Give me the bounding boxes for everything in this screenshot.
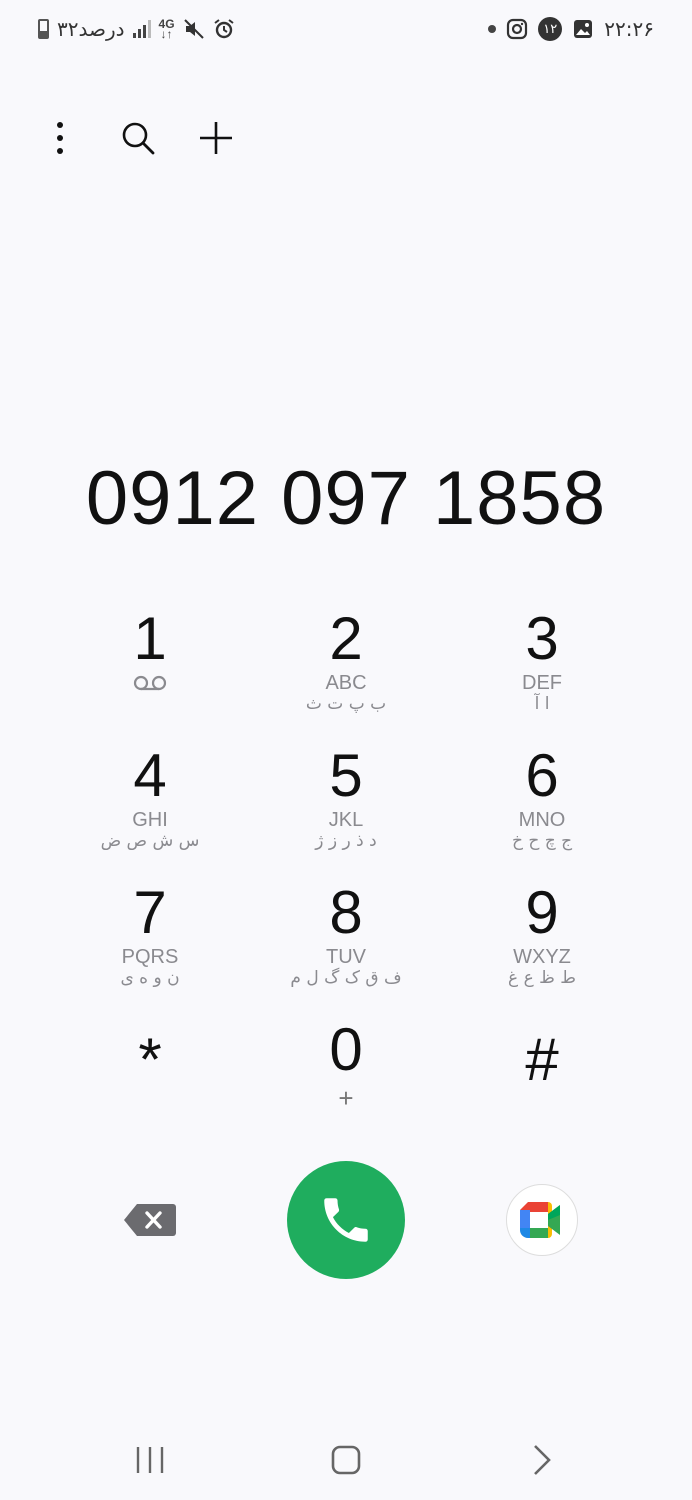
home-button[interactable] bbox=[248, 1425, 444, 1495]
key-digit: 3 bbox=[525, 605, 559, 672]
key-persian-letters: ف ق ک گ ل م bbox=[290, 968, 402, 988]
key-hash[interactable]: # bbox=[444, 1011, 640, 1148]
key-digit: 9 bbox=[525, 879, 559, 946]
key-persian-letters: ط ظ ع غ bbox=[508, 968, 576, 988]
key-7[interactable]: 7 PQRS ن و ه ی bbox=[52, 874, 248, 1011]
key-persian-letters: د ذ ر ز ژ bbox=[315, 831, 377, 851]
backspace-icon bbox=[124, 1204, 176, 1236]
key-letters: MNO bbox=[518, 809, 566, 831]
battery-text: ۳۲درصد bbox=[57, 17, 125, 41]
key-persian-letters: ا آ bbox=[534, 694, 550, 714]
dialer-toolbar bbox=[40, 112, 236, 164]
key-letters: PQRS bbox=[121, 946, 179, 968]
call-button-wrap bbox=[248, 1160, 444, 1280]
key-letters: ABC bbox=[325, 672, 367, 694]
video-call-button[interactable] bbox=[506, 1184, 578, 1256]
more-options-button[interactable] bbox=[40, 112, 80, 164]
call-button[interactable] bbox=[287, 1161, 405, 1279]
key-5[interactable]: 5 JKL د ذ ر ز ژ bbox=[248, 737, 444, 874]
recent-apps-icon bbox=[136, 1447, 164, 1473]
key-letters: JKL bbox=[328, 809, 364, 831]
alarm-icon bbox=[213, 19, 234, 39]
add-contact-icon bbox=[200, 122, 232, 154]
search-icon bbox=[122, 122, 155, 155]
network-type: 4G bbox=[158, 17, 175, 31]
status-bar-left: ۳۲درصد 4G ↓↑ bbox=[38, 12, 235, 46]
more-options-icon bbox=[57, 122, 63, 154]
key-plus: + bbox=[338, 1083, 354, 1113]
key-persian-letters: س ش ص ض bbox=[100, 831, 200, 851]
key-4[interactable]: 4 GHI س ش ص ض bbox=[52, 737, 248, 874]
search-button[interactable] bbox=[118, 112, 158, 164]
status-bar-right: ۱۲ ۲۲:۲۶ bbox=[488, 12, 654, 46]
key-digit: 1 bbox=[133, 605, 167, 672]
dot-icon bbox=[488, 25, 497, 33]
4g-icon: 4G ↓↑ bbox=[158, 17, 175, 41]
key-digit: 4 bbox=[133, 742, 167, 809]
system-nav-bar bbox=[52, 1425, 640, 1495]
voicemail-icon bbox=[133, 675, 167, 691]
google-meet-icon bbox=[520, 1202, 560, 1238]
key-1[interactable]: 1 bbox=[52, 600, 248, 737]
key-9[interactable]: 9 WXYZ ط ظ ع غ bbox=[444, 874, 640, 1011]
home-icon bbox=[331, 1445, 361, 1475]
key-3[interactable]: 3 DEF ا آ bbox=[444, 600, 640, 737]
mute-icon bbox=[183, 19, 204, 39]
key-letters: WXYZ bbox=[513, 946, 571, 968]
key-digit: 2 bbox=[329, 605, 363, 672]
key-persian-letters: ن و ه ی bbox=[120, 968, 180, 988]
dialer-actions bbox=[52, 1160, 640, 1280]
key-digit: 0 bbox=[329, 1016, 363, 1083]
key-digit: 5 bbox=[329, 742, 363, 809]
key-letters: DEF bbox=[522, 672, 562, 694]
key-6[interactable]: 6 MNO ج چ ح خ bbox=[444, 737, 640, 874]
key-2[interactable]: 2 ABC ب پ ت ث bbox=[248, 600, 444, 737]
key-0[interactable]: 0 + bbox=[248, 1011, 444, 1148]
signal-icon bbox=[132, 20, 151, 38]
status-time: ۲۲:۲۶ bbox=[604, 17, 654, 41]
key-digit: # bbox=[525, 1026, 559, 1093]
dialed-number[interactable]: 0912 097 1858 bbox=[0, 455, 692, 542]
gallery-icon bbox=[574, 20, 593, 38]
back-button[interactable] bbox=[444, 1425, 640, 1495]
phone-icon bbox=[324, 1198, 368, 1242]
dialer-screen: ۳۲درصد 4G ↓↑ ۱۲ ۲۲:۲۶ 0912 097 1858 1 2 … bbox=[0, 0, 692, 1500]
key-persian-letters: ج چ ح خ bbox=[511, 831, 573, 851]
key-digit: 6 bbox=[525, 742, 559, 809]
key-digit: * bbox=[138, 1026, 162, 1093]
add-contact-button[interactable] bbox=[196, 112, 236, 164]
key-star[interactable]: * bbox=[52, 1011, 248, 1148]
key-persian-letters: ب پ ت ث bbox=[305, 694, 387, 714]
key-digit: 7 bbox=[133, 879, 167, 946]
backspace-button[interactable] bbox=[52, 1160, 248, 1280]
instagram-icon bbox=[507, 18, 528, 40]
key-8[interactable]: 8 TUV ف ق ک گ ل م bbox=[248, 874, 444, 1011]
notification-badge: ۱۲ bbox=[538, 17, 563, 41]
back-icon bbox=[534, 1445, 551, 1475]
key-letters: GHI bbox=[132, 809, 168, 831]
battery-icon bbox=[38, 19, 49, 39]
key-letters: TUV bbox=[326, 946, 366, 968]
recent-apps-button[interactable] bbox=[52, 1425, 248, 1495]
keypad: 1 2 ABC ب پ ت ث 3 DEF ا آ 4 GHI س ش ص ض … bbox=[52, 600, 640, 1148]
video-call-button-wrap bbox=[444, 1160, 640, 1280]
key-digit: 8 bbox=[329, 879, 363, 946]
